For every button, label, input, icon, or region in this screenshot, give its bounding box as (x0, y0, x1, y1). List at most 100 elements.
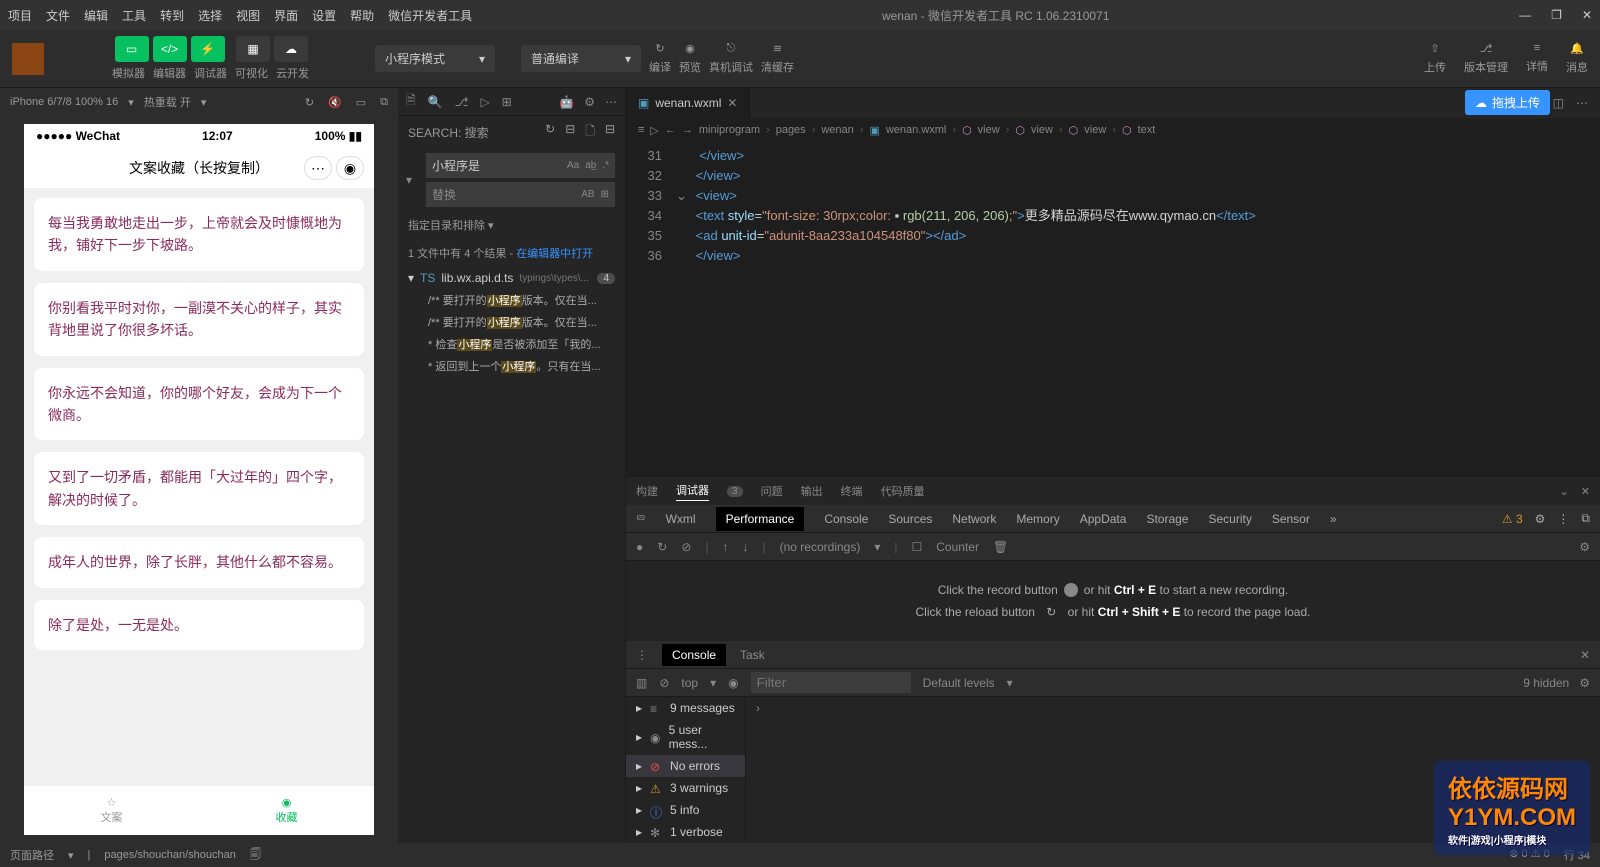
gear-icon[interactable]: ⚙ (1579, 540, 1590, 554)
gear-icon[interactable]: ⚙ (1579, 676, 1590, 690)
editor-button[interactable]: </> (153, 36, 187, 62)
inspect-icon[interactable]: ⮹ (636, 511, 646, 526)
console-filter-row[interactable]: ▸5 user mess... (626, 719, 745, 755)
more-icon[interactable]: ⋯ (1576, 96, 1588, 110)
gear-icon[interactable]: ⚙ (1535, 512, 1546, 526)
close-drawer-icon[interactable]: ✕ (1580, 648, 1590, 662)
download-icon[interactable]: ↓ (743, 540, 749, 554)
text-card[interactable]: 你永远不会知道，你的哪个好友，会成为下一个微商。 (34, 368, 364, 441)
page-path[interactable]: pages/shouchan/shouchan (104, 849, 236, 861)
tab-wenان[interactable]: ☆文案 (24, 786, 199, 835)
compile-icon[interactable]: ↻ (655, 42, 664, 55)
search-input[interactable]: 小程序是Aaab̲.* (426, 153, 615, 178)
new-file-icon[interactable]: 🗋 (585, 122, 595, 143)
files-icon[interactable]: 🗎 (406, 91, 416, 112)
file-tab[interactable]: ▣ wenan.wxml ✕ (626, 88, 750, 118)
search-result-line[interactable]: /** 要打开的小程序版本。仅在当... (398, 289, 625, 311)
replace-input[interactable]: 替换AB⊞ (426, 182, 615, 207)
console-filter-row[interactable]: ▸5 info (626, 799, 745, 821)
tab-console-drawer[interactable]: Console (662, 644, 726, 666)
clear-console-icon[interactable]: ⊘ (659, 676, 669, 690)
device-icon[interactable]: ▭ (356, 96, 366, 109)
more-tabs-icon[interactable]: » (1330, 512, 1337, 526)
search-result-line[interactable]: * 返回到上一个小程序。只有在当... (398, 355, 625, 377)
search-options[interactable]: 指定目录和排除 ▾ (398, 211, 625, 239)
code-editor[interactable]: 313233343536 ⌄ </view> </view> <view> <t… (626, 142, 1600, 476)
kebab-icon[interactable]: ⋮ (636, 648, 648, 662)
mute-icon[interactable]: 🔇 (328, 96, 342, 109)
compile-dropdown[interactable]: 普通编译▾ (521, 45, 641, 72)
capsule-menu-icon[interactable]: ⋯ (304, 156, 332, 180)
upload-icon[interactable]: ↑ (723, 540, 729, 554)
replace-toggle-icon[interactable]: ▾ (402, 169, 416, 191)
collapse-icon[interactable]: ⊟ (605, 122, 615, 143)
recordings-dropdown[interactable]: (no recordings) (780, 540, 861, 554)
filter-input[interactable] (751, 672, 911, 693)
cloud-button[interactable]: ☁ (274, 36, 308, 62)
dock-icon[interactable]: ⧉ (1581, 511, 1590, 526)
details-icon[interactable]: ≡ (1534, 42, 1540, 54)
tab-debugger[interactable]: 调试器 (676, 482, 709, 501)
context-dropdown[interactable]: top (681, 676, 698, 690)
avatar[interactable] (12, 43, 44, 75)
notify-icon[interactable]: 🔔 (1570, 42, 1584, 55)
eye-icon[interactable]: ◉ (728, 676, 738, 690)
menu-item[interactable]: 编辑 (84, 7, 108, 24)
simulator-button[interactable]: ▭ (115, 36, 149, 62)
console-filter-row[interactable]: ▸9 messages (626, 697, 745, 719)
text-card[interactable]: 除了是处，一无是处。 (34, 600, 364, 650)
minimize-icon[interactable]: — (1519, 8, 1531, 22)
scm-icon[interactable]: ⎇ (455, 95, 469, 109)
hotreload-toggle[interactable]: 热重载 开 (144, 94, 191, 110)
split-icon[interactable]: ◫ (1553, 96, 1564, 110)
refresh-icon[interactable]: ↻ (305, 96, 314, 109)
text-card[interactable]: 成年人的世界，除了长胖，其他什么都不容易。 (34, 537, 364, 587)
tab-output[interactable]: 输出 (801, 483, 823, 499)
mode-dropdown[interactable]: 小程序模式▾ (375, 45, 495, 72)
clear-icon[interactable]: ⊟ (565, 122, 575, 143)
maximize-icon[interactable]: ❐ (1551, 8, 1562, 22)
search-result-line[interactable]: * 检查小程序是否被添加至「我的... (398, 333, 625, 355)
menu-item[interactable]: 项目 (8, 7, 32, 24)
popout-icon[interactable]: ⧉ (380, 96, 388, 109)
search-tab-icon[interactable]: 🔍 (428, 95, 443, 109)
console-filter-row[interactable]: ▸1 verbose (626, 821, 745, 843)
text-card[interactable]: 又到了一切矛盾，都能用「大过年的」四个字，解决的时候了。 (34, 452, 364, 525)
tab-appdata[interactable]: AppData (1080, 512, 1127, 526)
capsule-close-icon[interactable]: ◉ (336, 156, 364, 180)
hidden-count[interactable]: 9 hidden (1523, 676, 1569, 690)
more-icon[interactable]: ⋯ (605, 95, 617, 109)
record-button-hint[interactable] (1064, 583, 1078, 597)
tab-build[interactable]: 构建 (636, 483, 658, 499)
reload-icon[interactable]: ↻ (657, 540, 667, 554)
text-card[interactable]: 你别看我平时对你，一副漠不关心的样子，其实背地里说了你很多坏话。 (34, 283, 364, 356)
tab-console[interactable]: Console (824, 512, 868, 526)
drag-upload-tip[interactable]: ☁拖拽上传 (1465, 90, 1550, 115)
record-icon[interactable]: ● (636, 540, 643, 554)
tab-wxml[interactable]: Wxml (666, 512, 696, 526)
menu-item[interactable]: 转到 (160, 7, 184, 24)
menu-item[interactable]: 界面 (274, 7, 298, 24)
counter-checkbox[interactable]: Counter (936, 540, 979, 554)
bookmark-icon[interactable]: ▷ (650, 124, 658, 137)
robot-icon[interactable]: 🤖 (559, 95, 574, 109)
close-icon[interactable]: ✕ (1582, 8, 1592, 22)
levels-dropdown[interactable]: Default levels (923, 676, 995, 690)
tab-performance[interactable]: Performance (716, 507, 805, 531)
clear-cache-icon[interactable]: ≋ (773, 42, 782, 55)
debug-icon[interactable]: ▷ (480, 95, 489, 109)
tab-sensor[interactable]: Sensor (1272, 512, 1310, 526)
tab-shoucang[interactable]: ◉收藏 (199, 786, 374, 835)
kebab-icon[interactable]: ⋮ (1557, 512, 1569, 526)
text-card[interactable]: 每当我勇敢地走出一步，上帝就会及时慷慨地为我，铺好下一步下坡路。 (34, 198, 364, 271)
device-selector[interactable]: iPhone 6/7/8 100% 16 (10, 96, 118, 108)
console-filter-row[interactable]: ▸No errors (626, 755, 745, 777)
ext-icon[interactable]: ⊞ (502, 95, 512, 109)
refresh-icon[interactable]: ↻ (545, 122, 555, 143)
sidebar-toggle-icon[interactable]: ▥ (636, 676, 647, 690)
visual-button[interactable]: ▦ (236, 36, 270, 62)
clear-icon[interactable]: ⊘ (681, 540, 691, 554)
debugger-button[interactable]: ⚡ (191, 36, 225, 62)
upload-icon[interactable]: ⇧ (1430, 42, 1439, 55)
phone-content[interactable]: 每当我勇敢地走出一步，上帝就会及时慷慨地为我，铺好下一步下坡路。 你别看我平时对… (24, 188, 374, 785)
